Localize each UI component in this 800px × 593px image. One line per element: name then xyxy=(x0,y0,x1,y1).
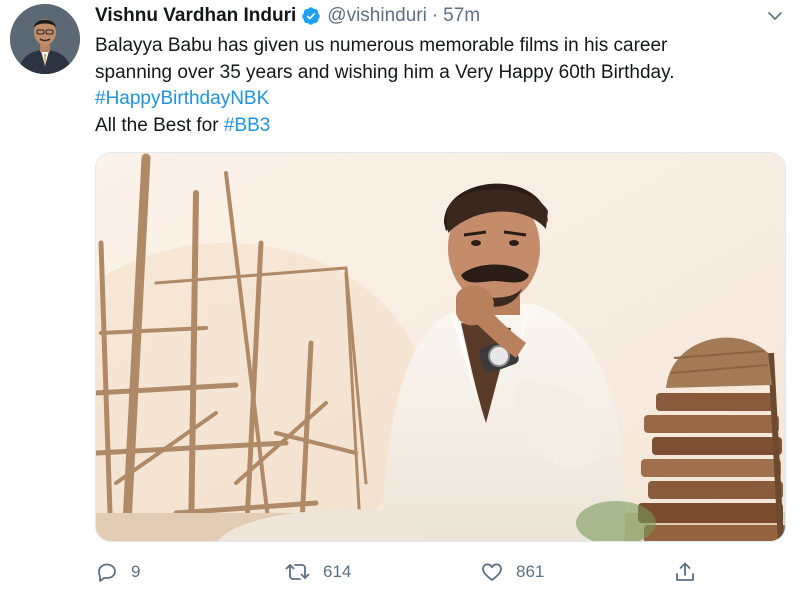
reply-button[interactable]: 9 xyxy=(95,556,140,588)
tweet-card[interactable]: Vishnu Vardhan Induri @vishinduri · 57m … xyxy=(0,0,800,593)
tweet-timestamp[interactable]: 57m xyxy=(443,5,480,27)
retweet-button[interactable]: 614 xyxy=(285,556,351,588)
verified-badge-icon xyxy=(301,6,321,26)
author-name[interactable]: Vishnu Vardhan Induri xyxy=(95,5,296,27)
share-icon xyxy=(673,560,697,584)
reply-icon xyxy=(95,560,119,584)
tweet-actions: 9 614 861 xyxy=(95,556,785,588)
closing-text: All the Best for xyxy=(95,114,224,136)
tweet-header: Vishnu Vardhan Induri @vishinduri · 57m xyxy=(95,2,480,30)
heart-icon xyxy=(480,560,504,584)
author-handle[interactable]: @vishinduri xyxy=(327,5,427,27)
share-button[interactable] xyxy=(673,556,697,588)
avatar[interactable] xyxy=(10,4,80,74)
like-count: 861 xyxy=(516,562,545,581)
hashtag-link[interactable]: #BB3 xyxy=(224,115,270,136)
separator-dot: · xyxy=(431,5,439,26)
like-button[interactable]: 861 xyxy=(480,556,544,588)
tweet-text-line: Balayya Babu has given us numerous memor… xyxy=(95,35,668,56)
retweet-count: 614 xyxy=(323,562,352,581)
tweet-text-line: spanning over 35 years and wishing him a… xyxy=(95,61,675,83)
tweet-text: Balayya Babu has given us numerous memor… xyxy=(95,33,775,139)
retweet-icon xyxy=(285,560,311,584)
tweet-media-photo[interactable] xyxy=(95,152,786,542)
reply-count: 9 xyxy=(131,562,141,581)
chevron-down-icon[interactable] xyxy=(762,4,788,28)
tweet-text-line: All the Best for #BB3 xyxy=(95,113,775,140)
hashtag-link[interactable]: #HappyBirthdayNBK xyxy=(95,86,775,113)
